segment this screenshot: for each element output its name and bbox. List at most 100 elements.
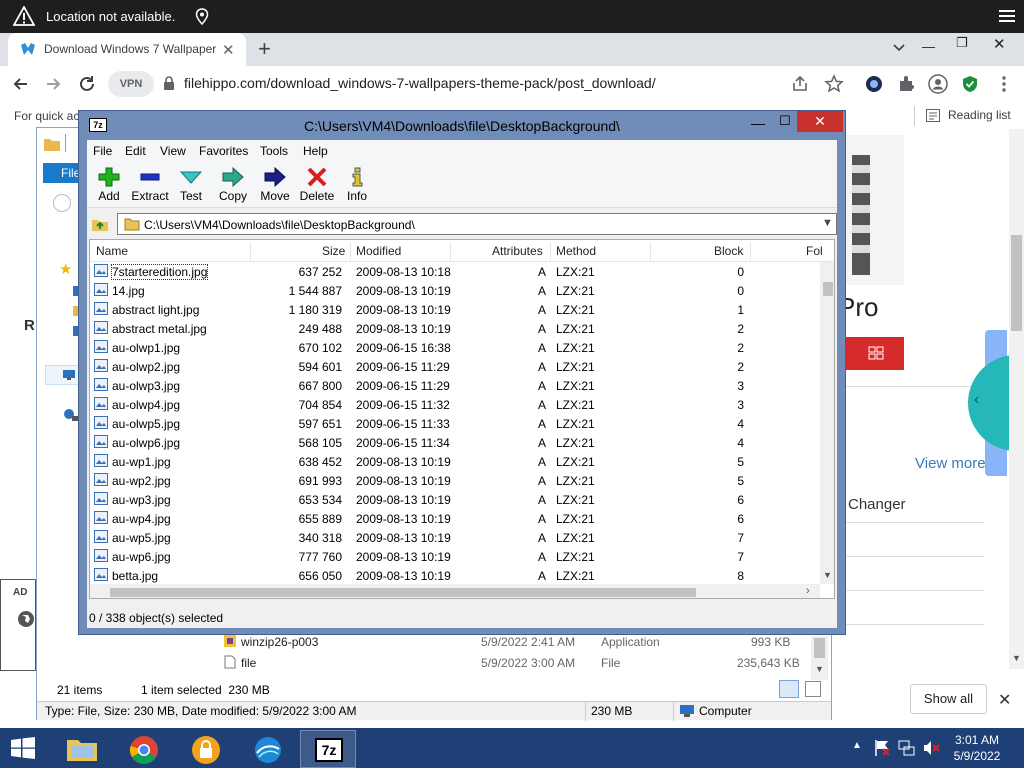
more-vert-icon[interactable] bbox=[994, 74, 1014, 94]
back-arrow-icon[interactable] bbox=[10, 73, 32, 95]
taskbar-security-app[interactable] bbox=[178, 730, 234, 768]
folder-up-icon[interactable] bbox=[91, 215, 109, 233]
path-input[interactable]: C:\Users\VM4\Downloads\file\DesktopBackg… bbox=[117, 213, 837, 235]
table-row[interactable]: au-olwp1.jpg 670 102 2009-06-15 16:38 A LZX:… bbox=[90, 338, 820, 357]
extension-shield-icon[interactable] bbox=[864, 74, 884, 94]
scrollbar-thumb[interactable] bbox=[814, 638, 825, 658]
list-item[interactable]: file 5/9/2022 3:00 AM File 235,643 KB bbox=[223, 653, 803, 673]
scroll-down-icon[interactable]: ▼ bbox=[1012, 653, 1021, 663]
column-folders[interactable]: Fol bbox=[806, 244, 823, 258]
taskbar-7zip[interactable]: 7z bbox=[300, 730, 356, 768]
menu-help[interactable]: Help bbox=[303, 144, 328, 158]
scrollbar-thumb[interactable] bbox=[1011, 235, 1022, 331]
close-icon[interactable]: ✕ bbox=[797, 111, 843, 132]
horizontal-scrollbar[interactable]: › bbox=[90, 584, 820, 598]
taskbar-file-explorer[interactable] bbox=[54, 730, 110, 768]
vpn-badge[interactable]: VPN bbox=[108, 71, 154, 97]
table-row[interactable]: au-wp1.jpg 638 452 2009-08-13 10:19 A LZX:21… bbox=[90, 452, 820, 471]
menu-favorites[interactable]: Favorites bbox=[199, 144, 248, 158]
close-download-bar-icon[interactable]: ✕ bbox=[998, 690, 1011, 710]
table-row[interactable]: 14.jpg 1 544 887 2009-08-13 10:19 A LZX:21 0 bbox=[90, 281, 820, 300]
restore-icon[interactable]: ❐ bbox=[956, 35, 968, 51]
location-pin-icon[interactable] bbox=[195, 8, 209, 25]
table-row[interactable]: betta.jpg 656 050 2009-08-13 10:19 A LZX:21 8 bbox=[90, 566, 820, 585]
scroll-down-icon[interactable]: ▼ bbox=[815, 664, 824, 674]
table-row[interactable]: au-olwp6.jpg 568 105 2009-06-15 11:34 A LZX:… bbox=[90, 433, 820, 452]
table-row[interactable]: au-wp2.jpg 691 993 2009-08-13 10:19 A LZX:21… bbox=[90, 471, 820, 490]
table-row[interactable]: au-wp4.jpg 655 889 2009-08-13 10:19 A LZX:21… bbox=[90, 509, 820, 528]
taskbar-network-app[interactable] bbox=[240, 730, 296, 768]
table-row[interactable]: au-olwp3.jpg 667 800 2009-06-15 11:29 A LZX:… bbox=[90, 376, 820, 395]
quick-access-star-icon[interactable]: ★ bbox=[59, 260, 72, 278]
maximize-icon[interactable]: ☐ bbox=[779, 113, 791, 129]
table-row[interactable]: au-wp6.jpg 777 760 2009-08-13 10:19 A LZX:21… bbox=[90, 547, 820, 566]
forward-arrow-icon[interactable] bbox=[42, 73, 64, 95]
column-block[interactable]: Block bbox=[714, 244, 743, 258]
page-scrollbar[interactable]: ▼ bbox=[1009, 129, 1024, 669]
profile-icon[interactable] bbox=[928, 74, 948, 94]
action-center-flag-icon[interactable] bbox=[874, 739, 890, 757]
table-row[interactable]: abstract metal.jpg 249 488 2009-08-13 10:1… bbox=[90, 319, 820, 338]
security-shield-icon[interactable] bbox=[960, 74, 980, 94]
reload-icon[interactable] bbox=[76, 73, 98, 95]
scrollbar-thumb[interactable] bbox=[110, 588, 696, 597]
show-all-button[interactable]: Show all bbox=[910, 684, 987, 714]
column-size[interactable]: Size bbox=[322, 244, 345, 258]
chevron-down-icon[interactable]: ▼ bbox=[822, 217, 833, 229]
view-more-link[interactable]: View more bbox=[915, 455, 986, 472]
details-view-icon[interactable] bbox=[779, 680, 799, 698]
browser-tab[interactable]: Download Windows 7 Wallpapers Theme Pack… bbox=[8, 33, 246, 66]
menu-edit[interactable]: Edit bbox=[125, 144, 146, 158]
tray-chevron-up-icon[interactable]: ▲ bbox=[852, 740, 862, 751]
table-row[interactable]: 7starteredition.jpg 637 252 2009-08-13 10:… bbox=[90, 262, 820, 281]
extensions-puzzle-icon[interactable] bbox=[896, 74, 916, 94]
new-tab-icon[interactable]: + bbox=[258, 36, 271, 62]
share-icon[interactable] bbox=[790, 74, 810, 94]
lock-icon[interactable] bbox=[163, 76, 175, 91]
nav-item-this-pc[interactable] bbox=[45, 365, 81, 385]
chevron-down-icon[interactable] bbox=[892, 41, 906, 55]
taskbar-chrome[interactable] bbox=[116, 730, 172, 768]
table-row[interactable]: au-olwp4.jpg 704 854 2009-06-15 11:32 A LZX:… bbox=[90, 395, 820, 414]
network-icon[interactable] bbox=[63, 408, 79, 422]
ad-box[interactable]: AD bbox=[0, 579, 36, 671]
bookmark-star-icon[interactable] bbox=[824, 74, 844, 94]
menu-tools[interactable]: Tools bbox=[260, 144, 288, 158]
ribbon-file-tab[interactable]: File bbox=[43, 163, 80, 183]
volume-muted-icon[interactable] bbox=[922, 739, 940, 757]
back-icon[interactable] bbox=[53, 194, 71, 212]
scroll-right-icon[interactable]: › bbox=[806, 585, 810, 597]
windows-start-icon[interactable] bbox=[10, 737, 36, 759]
menu-file[interactable]: File bbox=[93, 144, 112, 158]
large-icons-view-icon[interactable] bbox=[805, 681, 821, 697]
vertical-scrollbar[interactable]: ▼ bbox=[820, 262, 834, 584]
sevenzip-titlebar[interactable]: C:\Users\VM4\Downloads\file\DesktopBackg… bbox=[79, 111, 845, 139]
related-item-title[interactable]: Changer bbox=[848, 496, 906, 513]
column-modified[interactable]: Modified bbox=[356, 244, 401, 258]
column-attributes[interactable]: Attributes bbox=[492, 244, 543, 258]
scroll-down-icon[interactable]: ▼ bbox=[823, 570, 832, 580]
column-method[interactable]: Method bbox=[556, 244, 596, 258]
minimize-icon[interactable]: — bbox=[922, 39, 935, 54]
table-row[interactable]: au-wp3.jpg 653 534 2009-08-13 10:19 A LZX:21… bbox=[90, 490, 820, 509]
column-name[interactable]: Name bbox=[96, 244, 128, 258]
table-row[interactable]: au-wp5.jpg 340 318 2009-08-13 10:19 A LZX:21… bbox=[90, 528, 820, 547]
url-field[interactable]: filehippo.com/download_windows-7-wallpap… bbox=[184, 75, 656, 91]
explorer-scrollbar[interactable]: ▼ bbox=[811, 636, 828, 680]
list-item[interactable]: winzip26-p003 5/9/2022 2:41 AM Applicati… bbox=[223, 632, 803, 652]
download-button[interactable] bbox=[838, 337, 904, 370]
info-button[interactable]: Info bbox=[335, 165, 379, 205]
tab-close-icon[interactable]: ✕ bbox=[222, 41, 236, 59]
table-row[interactable]: au-olwp5.jpg 597 651 2009-06-15 11:33 A LZX:… bbox=[90, 414, 820, 433]
reading-list-button[interactable]: Reading list bbox=[926, 108, 1022, 124]
table-row[interactable]: au-olwp2.jpg 594 601 2009-06-15 11:29 A LZX:… bbox=[90, 357, 820, 376]
minimize-icon[interactable]: — bbox=[751, 115, 765, 131]
hamburger-menu-icon[interactable] bbox=[999, 9, 1015, 23]
window-close-icon[interactable]: ✕ bbox=[993, 35, 1006, 53]
sevenzip-logo-icon[interactable]: 7z bbox=[89, 118, 107, 132]
clock[interactable]: 3:01 AM 5/9/2022 bbox=[946, 732, 1008, 764]
menu-view[interactable]: View bbox=[160, 144, 186, 158]
scrollbar-thumb[interactable] bbox=[823, 282, 833, 296]
table-row[interactable]: abstract light.jpg 1 180 319 2009-08-13 10… bbox=[90, 300, 820, 319]
network-tray-icon[interactable] bbox=[898, 739, 916, 757]
